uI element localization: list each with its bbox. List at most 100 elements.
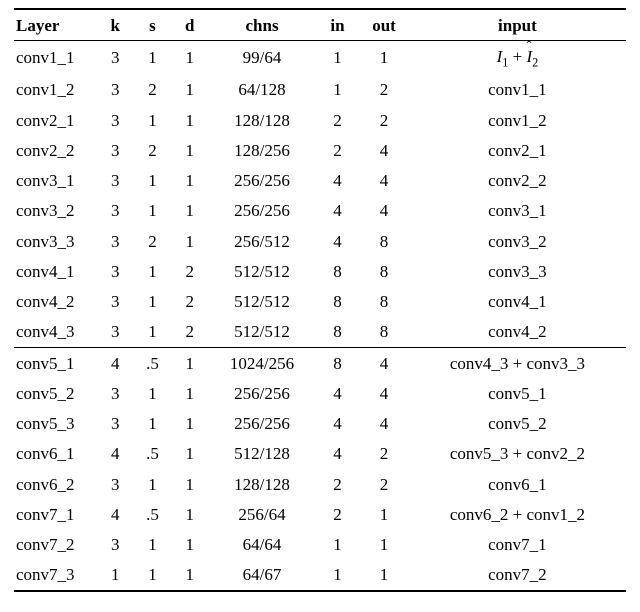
table-row: conv3_3321256/51248conv3_2 — [14, 226, 626, 256]
cell-d: 1 — [171, 105, 208, 135]
cell-k: 3 — [97, 287, 134, 317]
cell-d: 1 — [171, 41, 208, 75]
cell-chns: 256/512 — [208, 226, 316, 256]
cell-in: 4 — [316, 409, 359, 439]
cell-s: .5 — [134, 439, 171, 469]
cell-layer: conv7_3 — [14, 560, 97, 591]
col-header-s: s — [134, 9, 171, 41]
cell-layer: conv5_3 — [14, 409, 97, 439]
cell-d: 1 — [171, 75, 208, 105]
header-row: Layer k s d chns in out input — [14, 9, 626, 41]
table-row: conv4_3312512/51288conv4_2 — [14, 317, 626, 348]
table-row: conv7_14.51256/6421conv6_2 + conv1_2 — [14, 499, 626, 529]
table-row: conv3_1311256/25644conv2_2 — [14, 166, 626, 196]
cell-input: conv4_3 + conv3_3 — [409, 348, 626, 379]
cell-in: 2 — [316, 469, 359, 499]
cell-in: 8 — [316, 348, 359, 379]
cell-out: 4 — [359, 135, 409, 165]
cell-d: 1 — [171, 378, 208, 408]
cell-layer: conv3_3 — [14, 226, 97, 256]
cell-d: 1 — [171, 226, 208, 256]
cell-out: 4 — [359, 196, 409, 226]
cell-d: 1 — [171, 499, 208, 529]
cell-out: 4 — [359, 348, 409, 379]
cell-s: .5 — [134, 499, 171, 529]
cell-chns: 128/128 — [208, 105, 316, 135]
cell-d: 1 — [171, 348, 208, 379]
cell-s: 1 — [134, 409, 171, 439]
cell-layer: conv3_2 — [14, 196, 97, 226]
table-row: conv4_1312512/51288conv3_3 — [14, 256, 626, 286]
cell-in: 2 — [316, 135, 359, 165]
cell-s: 1 — [134, 469, 171, 499]
col-header-input: input — [409, 9, 626, 41]
cell-input: conv7_1 — [409, 530, 626, 560]
layer-table: Layer k s d chns in out input conv1_1311… — [14, 8, 626, 592]
cell-in: 1 — [316, 560, 359, 591]
cell-input: I1 + ˆI2 — [409, 41, 626, 75]
cell-s: .5 — [134, 348, 171, 379]
cell-k: 3 — [97, 41, 134, 75]
cell-input: conv4_2 — [409, 317, 626, 348]
cell-in: 1 — [316, 75, 359, 105]
cell-k: 4 — [97, 348, 134, 379]
table-row: conv1_232164/12812conv1_1 — [14, 75, 626, 105]
cell-d: 1 — [171, 530, 208, 560]
table-row: conv5_3311256/25644conv5_2 — [14, 409, 626, 439]
cell-k: 3 — [97, 317, 134, 348]
cell-in: 4 — [316, 226, 359, 256]
cell-layer: conv2_1 — [14, 105, 97, 135]
cell-d: 2 — [171, 287, 208, 317]
cell-layer: conv7_1 — [14, 499, 97, 529]
cell-chns: 256/64 — [208, 499, 316, 529]
cell-out: 8 — [359, 256, 409, 286]
cell-d: 1 — [171, 560, 208, 591]
col-header-in: in — [316, 9, 359, 41]
cell-k: 3 — [97, 105, 134, 135]
cell-layer: conv6_2 — [14, 469, 97, 499]
cell-k: 3 — [97, 166, 134, 196]
table-row: conv5_14.511024/25684conv4_3 + conv3_3 — [14, 348, 626, 379]
cell-out: 8 — [359, 317, 409, 348]
cell-out: 4 — [359, 166, 409, 196]
cell-k: 3 — [97, 226, 134, 256]
cell-out: 1 — [359, 499, 409, 529]
cell-chns: 128/128 — [208, 469, 316, 499]
cell-s: 1 — [134, 287, 171, 317]
cell-input: conv2_1 — [409, 135, 626, 165]
cell-input: conv4_1 — [409, 287, 626, 317]
cell-out: 1 — [359, 530, 409, 560]
cell-out: 2 — [359, 105, 409, 135]
cell-d: 1 — [171, 196, 208, 226]
cell-chns: 64/128 — [208, 75, 316, 105]
cell-chns: 256/256 — [208, 166, 316, 196]
cell-d: 1 — [171, 469, 208, 499]
cell-d: 2 — [171, 317, 208, 348]
cell-d: 1 — [171, 439, 208, 469]
cell-s: 2 — [134, 75, 171, 105]
cell-k: 3 — [97, 196, 134, 226]
cell-chns: 512/128 — [208, 439, 316, 469]
table-row: conv1_131199/6411I1 + ˆI2 — [14, 41, 626, 75]
cell-input: conv6_2 + conv1_2 — [409, 499, 626, 529]
col-header-layer: Layer — [14, 9, 97, 41]
cell-in: 4 — [316, 196, 359, 226]
cell-in: 8 — [316, 256, 359, 286]
cell-out: 8 — [359, 287, 409, 317]
cell-k: 4 — [97, 499, 134, 529]
cell-chns: 256/256 — [208, 378, 316, 408]
cell-in: 4 — [316, 439, 359, 469]
cell-input: conv1_1 — [409, 75, 626, 105]
cell-input: conv3_2 — [409, 226, 626, 256]
cell-k: 3 — [97, 530, 134, 560]
cell-layer: conv5_1 — [14, 348, 97, 379]
cell-in: 8 — [316, 287, 359, 317]
cell-in: 4 — [316, 166, 359, 196]
cell-out: 1 — [359, 41, 409, 75]
col-header-chns: chns — [208, 9, 316, 41]
cell-k: 3 — [97, 409, 134, 439]
cell-out: 1 — [359, 560, 409, 591]
cell-k: 3 — [97, 75, 134, 105]
table-row: conv2_2321128/25624conv2_1 — [14, 135, 626, 165]
cell-input: conv1_2 — [409, 105, 626, 135]
